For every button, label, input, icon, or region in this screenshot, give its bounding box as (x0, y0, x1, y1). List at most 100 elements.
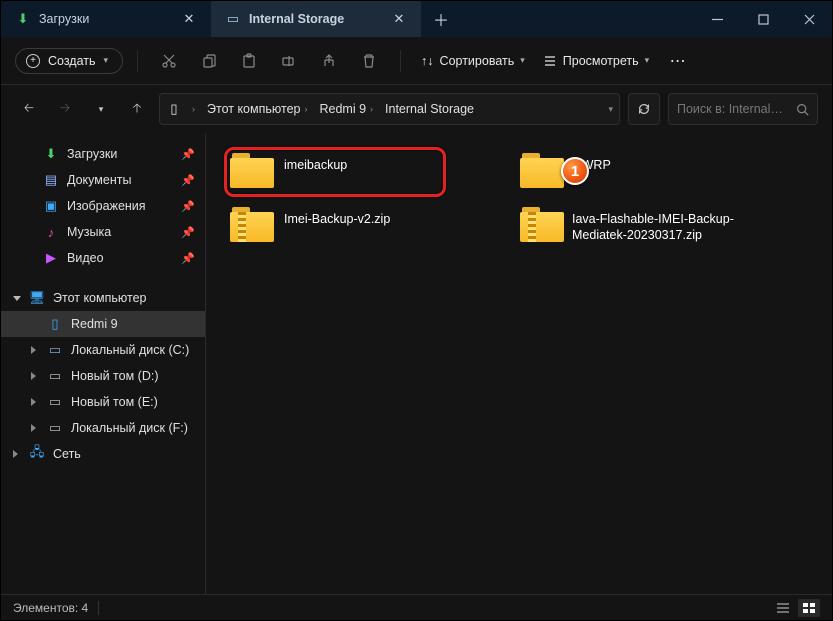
close-button[interactable] (786, 1, 832, 37)
forward-button[interactable]: 🡢 (51, 95, 79, 123)
cut-button[interactable] (152, 45, 186, 77)
search-input[interactable]: Поиск в: Internal… (668, 93, 818, 125)
chevron-down-icon: ▾ (520, 55, 525, 66)
sort-button[interactable]: ↑↓ Сортировать ▾ (415, 45, 531, 77)
sidebar-item-label: Новый том (D:) (71, 369, 159, 383)
pin-icon: 📌 (181, 148, 195, 161)
maximize-button[interactable] (740, 1, 786, 37)
chevron-down-icon[interactable]: ▾ (87, 95, 115, 123)
drive-icon: ▭ (47, 394, 63, 410)
drive-icon: ▭ (47, 368, 63, 384)
main-body: ⬇ Загрузки 📌 ▤ Документы 📌 ▣ Изображения… (1, 133, 832, 594)
view-icon (543, 54, 557, 68)
tab-bar: ⬇ Загрузки ✕ ▭ Internal Storage ✕ ＋ (1, 1, 832, 37)
breadcrumb-sep: › (186, 104, 199, 114)
back-button[interactable]: 🡠 (15, 95, 43, 123)
sidebar-item-label: Музыка (67, 225, 111, 239)
toolbar: + Создать ▾ ↑↓ Сортировать ▾ Просмотреть… (1, 37, 832, 85)
separator (400, 50, 401, 72)
status-bar: Элементов: 4 (1, 594, 832, 620)
breadcrumb[interactable]: ▯ › Этот компьютер› Redmi 9› Internal St… (159, 93, 620, 125)
sidebar-item-downloads[interactable]: ⬇ Загрузки 📌 (1, 141, 205, 167)
sidebar-item-label: Новый том (E:) (71, 395, 158, 409)
more-button[interactable]: ⋯ (661, 45, 695, 77)
explorer-window: ⬇ Загрузки ✕ ▭ Internal Storage ✕ ＋ + Со… (0, 0, 833, 621)
breadcrumb-expand[interactable]: ▾ (608, 104, 613, 115)
picture-icon: ▣ (43, 198, 59, 214)
view-mode-icons[interactable] (798, 599, 820, 617)
music-icon: ♪ (43, 224, 59, 240)
sidebar-item-pictures[interactable]: ▣ Изображения 📌 (1, 193, 205, 219)
video-icon: ▶ (43, 250, 59, 266)
file-item-flashable-zip[interactable]: Iava-Flashable-IMEI-Backup-Mediatek-2023… (516, 203, 786, 248)
sidebar-item-documents[interactable]: ▤ Документы 📌 (1, 167, 205, 193)
window-controls (694, 1, 832, 37)
paste-button[interactable] (232, 45, 266, 77)
sidebar-item-drive-f[interactable]: ▭ Локальный диск (F:) (1, 415, 205, 441)
folder-icon (520, 153, 564, 189)
download-icon: ⬇ (43, 146, 59, 162)
sidebar-item-label: Документы (67, 173, 131, 187)
view-button[interactable]: Просмотреть ▾ (537, 45, 655, 77)
sidebar-item-label: Redmi 9 (71, 317, 118, 331)
zip-icon (230, 207, 274, 243)
breadcrumb-item[interactable]: Этот компьютер› (203, 102, 311, 116)
folder-item-twrp[interactable]: TWRP (516, 149, 786, 193)
refresh-button[interactable] (628, 93, 660, 125)
up-button[interactable]: 🡡 (123, 95, 151, 123)
new-button[interactable]: + Создать ▾ (15, 48, 123, 74)
sidebar-item-label: Видео (67, 251, 104, 265)
sidebar-item-videos[interactable]: ▶ Видео 📌 (1, 245, 205, 271)
tab-label: Internal Storage (249, 12, 379, 26)
sidebar-item-label: Локальный диск (C:) (71, 343, 189, 357)
tab-close[interactable]: ✕ (387, 7, 411, 31)
tab-internal-storage[interactable]: ▭ Internal Storage ✕ (211, 1, 421, 37)
new-tab-button[interactable]: ＋ (421, 1, 461, 37)
download-icon: ⬇ (15, 11, 31, 27)
sidebar-item-this-pc[interactable]: 🖥 Этот компьютер (1, 285, 205, 311)
drive-icon: ▭ (47, 420, 63, 436)
sidebar-item-music[interactable]: ♪ Музыка 📌 (1, 219, 205, 245)
sidebar-item-label: Изображения (67, 199, 146, 213)
breadcrumb-item[interactable]: Redmi 9› (315, 102, 377, 116)
network-icon: 🖧 (29, 446, 45, 462)
content-pane[interactable]: imeibackup TWRP Imei-Backup-v2.zip Iava-… (206, 133, 832, 594)
pc-icon: 🖥 (29, 290, 45, 306)
file-item-imei-backup-zip[interactable]: Imei-Backup-v2.zip (226, 203, 496, 248)
phone-icon: ▯ (47, 316, 63, 332)
separator (137, 50, 138, 72)
doc-icon: ▤ (43, 172, 59, 188)
sidebar-item-drive-c[interactable]: ▭ Локальный диск (C:) (1, 337, 205, 363)
new-label: Создать (48, 54, 96, 68)
pin-icon: 📌 (181, 200, 195, 213)
delete-button[interactable] (352, 45, 386, 77)
plus-icon: + (26, 54, 40, 68)
breadcrumb-item[interactable]: Internal Storage (381, 102, 478, 116)
zip-icon (520, 207, 562, 243)
search-icon (796, 103, 809, 116)
drive-icon: ▭ (225, 11, 241, 27)
phone-icon: ▯ (166, 101, 182, 117)
view-mode-details[interactable] (772, 599, 794, 617)
minimize-button[interactable] (694, 1, 740, 37)
chevron-down-icon: ▾ (104, 55, 109, 66)
sidebar-item-label: Сеть (53, 447, 81, 461)
sort-label: Сортировать (440, 54, 515, 68)
item-count: Элементов: 4 (13, 601, 88, 615)
sidebar-item-redmi9[interactable]: ▯ Redmi 9 (1, 311, 205, 337)
tab-downloads[interactable]: ⬇ Загрузки ✕ (1, 1, 211, 37)
pin-icon: 📌 (181, 226, 195, 239)
rename-button[interactable] (272, 45, 306, 77)
sidebar-item-label: Локальный диск (F:) (71, 421, 188, 435)
copy-button[interactable] (192, 45, 226, 77)
sidebar-item-network[interactable]: 🖧 Сеть (1, 441, 205, 467)
sidebar: ⬇ Загрузки 📌 ▤ Документы 📌 ▣ Изображения… (1, 133, 206, 594)
sidebar-item-drive-e[interactable]: ▭ Новый том (E:) (1, 389, 205, 415)
pin-icon: 📌 (181, 252, 195, 265)
item-label: Imei-Backup-v2.zip (284, 207, 390, 227)
pin-icon: 📌 (181, 174, 195, 187)
sidebar-item-drive-d[interactable]: ▭ Новый том (D:) (1, 363, 205, 389)
share-button[interactable] (312, 45, 346, 77)
item-label: Iava-Flashable-IMEI-Backup-Mediatek-2023… (572, 207, 782, 244)
tab-close[interactable]: ✕ (177, 7, 201, 31)
